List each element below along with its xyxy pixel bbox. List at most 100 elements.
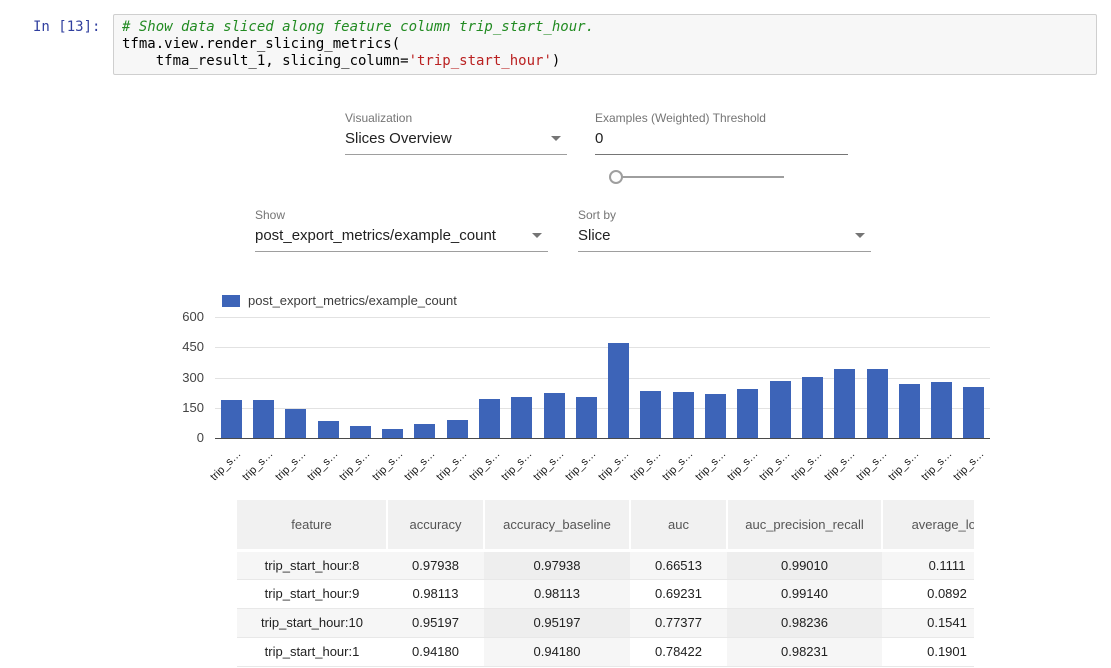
bar[interactable] [221, 400, 242, 438]
legend-color-swatch [222, 295, 240, 307]
metric-cell: 0.94180 [484, 637, 630, 666]
y-axis: 0150300450600 [158, 317, 204, 449]
column-header[interactable]: feature [237, 500, 387, 550]
y-tick-label: 600 [158, 310, 204, 324]
bar[interactable] [963, 387, 984, 438]
bar[interactable] [253, 400, 274, 438]
feature-cell: trip_start_hour:10 [237, 608, 387, 637]
bar[interactable] [479, 399, 500, 438]
metrics-table-container: featureaccuracyaccuracy_baselineaucauc_p… [237, 500, 974, 668]
column-header[interactable]: average_los [882, 500, 974, 550]
bar[interactable] [350, 426, 371, 438]
visualization-value: Slices Overview [345, 130, 452, 147]
metric-cell: 0.0892 [882, 579, 974, 608]
show-value: post_export_metrics/example_count [255, 227, 496, 244]
bar[interactable] [899, 384, 920, 439]
bar[interactable] [318, 421, 339, 438]
visualization-dropdown[interactable]: Visualization Slices Overview [345, 112, 567, 155]
y-tick-label: 300 [158, 371, 204, 385]
chevron-down-icon [855, 233, 865, 238]
slider-track[interactable] [618, 176, 784, 178]
metric-cell: 0.98231 [727, 637, 882, 666]
bar[interactable] [867, 369, 888, 438]
table-row: trip_start_hour:80.979380.979380.665130.… [237, 550, 974, 579]
bar[interactable] [382, 429, 403, 438]
threshold-label: Examples (Weighted) Threshold [595, 112, 848, 125]
y-tick-label: 0 [158, 431, 204, 445]
code-close-paren: ) [552, 53, 560, 69]
sort-by-dropdown[interactable]: Sort by Slice [578, 209, 871, 252]
metric-cell: 0.78422 [630, 637, 727, 666]
metric-cell: 0.98113 [484, 579, 630, 608]
table-row: trip_start_hour:90.981130.981130.692310.… [237, 579, 974, 608]
bar[interactable] [544, 393, 565, 438]
bar[interactable] [931, 382, 952, 439]
bar[interactable] [705, 394, 726, 438]
sort-by-value: Slice [578, 227, 611, 244]
feature-cell: trip_start_hour:9 [237, 579, 387, 608]
metric-cell: 0.66513 [630, 550, 727, 579]
x-axis: trip_s…trip_s…trip_s…trip_s…trip_s…trip_… [215, 440, 990, 488]
column-header[interactable]: accuracy_baseline [484, 500, 630, 550]
column-header[interactable]: accuracy [387, 500, 484, 550]
metric-cell: 0.77377 [630, 608, 727, 637]
bar[interactable] [640, 391, 661, 438]
metric-cell: 0.95197 [484, 608, 630, 637]
show-label: Show [255, 209, 548, 222]
metric-cell: 0.95197 [387, 608, 484, 637]
y-tick-label: 150 [158, 401, 204, 415]
bar[interactable] [802, 377, 823, 439]
feature-cell: trip_start_hour:1 [237, 637, 387, 666]
code-editor[interactable]: # Show data sliced along feature column … [113, 14, 1097, 75]
bar[interactable] [673, 392, 694, 438]
metric-cell: 0.99140 [727, 579, 882, 608]
bar[interactable] [285, 409, 306, 438]
table-body: trip_start_hour:80.979380.979380.665130.… [237, 550, 974, 666]
metric-cell: 0.98113 [387, 579, 484, 608]
legend-label: post_export_metrics/example_count [248, 293, 457, 308]
bar[interactable] [576, 397, 597, 438]
metrics-table: featureaccuracyaccuracy_baselineaucauc_p… [237, 500, 974, 667]
metric-cell: 0.97938 [387, 550, 484, 579]
metric-cell: 0.1111 [882, 550, 974, 579]
threshold-slider[interactable] [609, 170, 784, 184]
table-head-row: featureaccuracyaccuracy_baselineaucauc_p… [237, 500, 974, 550]
x-baseline [215, 438, 990, 439]
table-row: trip_start_hour:100.951970.951970.773770… [237, 608, 974, 637]
notebook-page: In [13]: # Show data sliced along featur… [0, 0, 1111, 668]
feature-cell: trip_start_hour:8 [237, 550, 387, 579]
column-header[interactable]: auc_precision_recall [727, 500, 882, 550]
bar[interactable] [511, 397, 532, 438]
cell-prompt: In [13]: [33, 19, 100, 35]
bar[interactable] [834, 369, 855, 438]
metric-cell: 0.98236 [727, 608, 882, 637]
column-header[interactable]: auc [630, 500, 727, 550]
chart-legend: post_export_metrics/example_count [222, 293, 457, 308]
metric-cell: 0.99010 [727, 550, 882, 579]
show-metric-dropdown[interactable]: Show post_export_metrics/example_count [255, 209, 548, 252]
bar[interactable] [447, 420, 468, 438]
y-tick-label: 450 [158, 340, 204, 354]
sort-by-label: Sort by [578, 209, 871, 222]
metric-cell: 0.1541 [882, 608, 974, 637]
metric-cell: 0.94180 [387, 637, 484, 666]
code-line-3: tfma_result_1, slicing_column= [122, 53, 409, 69]
slider-thumb[interactable] [609, 170, 623, 184]
code-line-2: tfma.view.render_slicing_metrics( [122, 36, 400, 52]
metric-cell: 0.97938 [484, 550, 630, 579]
visualization-label: Visualization [345, 112, 567, 125]
bar[interactable] [737, 389, 758, 438]
bar[interactable] [770, 381, 791, 439]
threshold-field[interactable]: Examples (Weighted) Threshold [595, 112, 848, 155]
metric-cell: 0.69231 [630, 579, 727, 608]
code-comment: # Show data sliced along feature column … [122, 19, 594, 35]
metric-cell: 0.1901 [882, 637, 974, 666]
bar[interactable] [608, 343, 629, 438]
chevron-down-icon [532, 233, 542, 238]
bar[interactable] [414, 424, 435, 438]
table-row: trip_start_hour:10.941800.941800.784220.… [237, 637, 974, 666]
chevron-down-icon [551, 136, 561, 141]
gridline [215, 347, 990, 348]
code-content: # Show data sliced along feature column … [122, 19, 1088, 70]
threshold-input[interactable] [595, 129, 848, 155]
